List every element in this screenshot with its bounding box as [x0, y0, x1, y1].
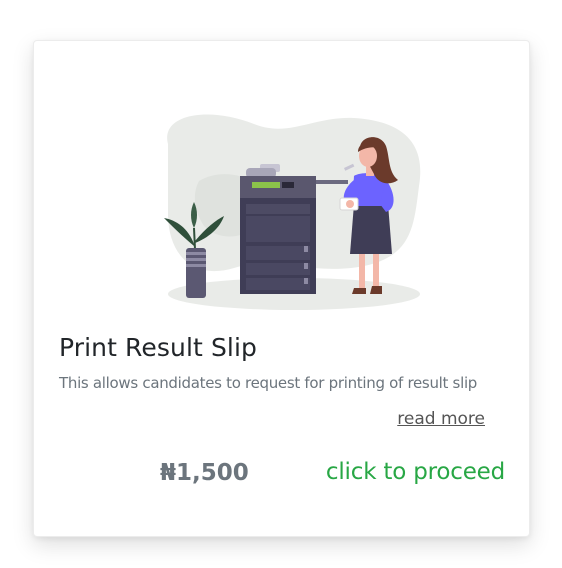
card-description: This allows candidates to request for pr…	[59, 374, 478, 392]
read-more-link[interactable]: read more	[397, 409, 485, 429]
proceed-link[interactable]: click to proceed	[326, 459, 505, 485]
price-label: ₦1,500	[160, 460, 249, 486]
service-card: Print Result Slip This allows candidates…	[33, 40, 530, 537]
printer-illustration	[164, 114, 421, 310]
card-title: Print Result Slip	[59, 333, 257, 362]
